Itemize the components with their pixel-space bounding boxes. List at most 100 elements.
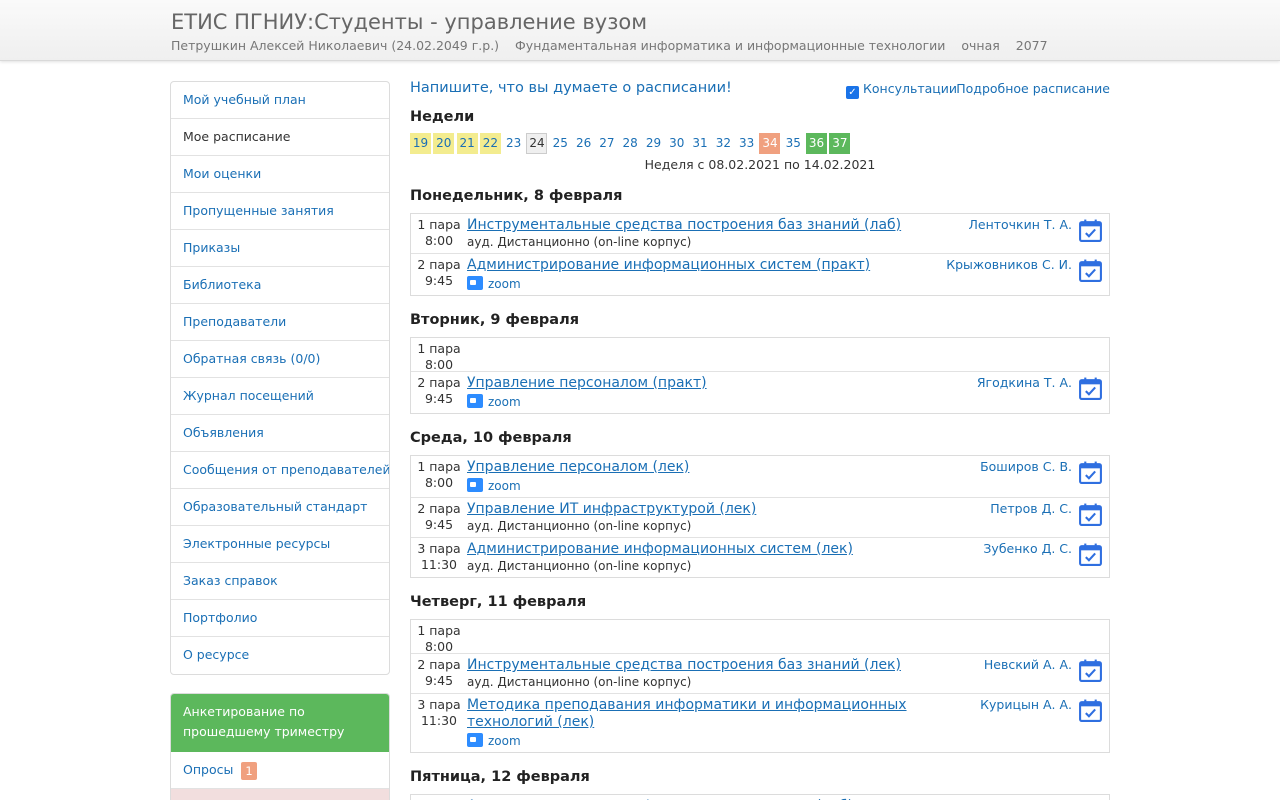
lesson-time: 8:00 (424, 233, 454, 248)
polls-link[interactable]: Опросы 1 (171, 752, 389, 789)
week-link[interactable]: 26 (573, 133, 594, 154)
zoom-label: zoom (488, 395, 521, 409)
student-program: Фундаментальная информатика и информацио… (515, 38, 946, 53)
sidebar-item[interactable]: Мое расписание (171, 119, 389, 156)
consultations-toggle[interactable]: ✓ Консультации (846, 81, 957, 99)
week-link[interactable]: 33 (736, 133, 757, 154)
day-block: Вторник, 9 февраля 1 пара 8:00 2 пара 9:45 Уп… (410, 312, 1110, 414)
subject-link[interactable]: Управление персоналом (лек) (467, 459, 689, 475)
week-current[interactable]: 24 (526, 133, 548, 154)
study-year: 2077 (1015, 38, 1048, 53)
sidebar-item[interactable]: Пропущенные занятия (171, 193, 389, 230)
week-link[interactable]: 23 (503, 133, 524, 154)
subject-link[interactable]: Администрирование информационных систем … (467, 257, 870, 273)
calendar-check-icon[interactable] (1078, 258, 1103, 283)
zoom-link[interactable]: zoom (467, 733, 1109, 749)
subject-link[interactable]: Управление ИТ инфраструктурой (лек) (467, 501, 756, 517)
sidebar-item[interactable]: Приказы (171, 230, 389, 267)
subject-link[interactable]: Администрирование информационных систем … (467, 541, 853, 557)
day-title: Вторник, 9 февраля (410, 312, 580, 328)
sidebar-item[interactable]: Портфолио (171, 600, 389, 637)
calendar-check-icon[interactable] (1078, 502, 1103, 527)
sidebar-item[interactable]: Преподаватели (171, 304, 389, 341)
calendar-check-icon[interactable] (1078, 698, 1103, 723)
sidebar-item[interactable]: Сообщения от преподавателей (171, 452, 389, 489)
sidebar-item[interactable]: Заказ справок (171, 563, 389, 600)
lesson-number: 3 пара (417, 697, 461, 712)
lesson-row: 1 пара 8:00 (411, 620, 1109, 654)
week-link[interactable]: 29 (643, 133, 664, 154)
lesson-number: 2 пара (417, 257, 461, 272)
subject-link[interactable]: Методика преподавания информатики и инфо… (467, 697, 907, 730)
lesson-time: 8:00 (424, 475, 454, 490)
teacher-link[interactable]: Курицын А. А. (980, 697, 1072, 712)
lesson-row: 3 пара 11:30 Методика преподавания информа… (411, 694, 1109, 752)
teacher-link[interactable]: Боширов С. В. (980, 459, 1072, 474)
lesson-time: 11:30 (420, 713, 458, 728)
week-link[interactable]: 22 (479, 133, 501, 154)
sidebar-item[interactable]: Библиотека (171, 267, 389, 304)
lesson-row: 1 пара 8:00 Управление персоналом (лек) zoo… (411, 456, 1109, 498)
detailed-schedule-link[interactable]: Подробное расписание (956, 81, 1110, 96)
day-table: 1 параАдминистрирование информационных с… (410, 794, 1110, 800)
week-range: Неделя с 08.02.2021 по 14.02.2021 (644, 157, 876, 172)
week-link[interactable]: 37 (829, 133, 851, 154)
lesson-number: 1 пара (417, 217, 461, 232)
day-table: 1 пара 8:00 Инструментальные средства пост… (410, 213, 1110, 296)
teacher-link[interactable]: Ягодкина Т. А. (977, 375, 1072, 390)
teacher-link[interactable]: Невский А. А. (984, 657, 1072, 672)
week-link[interactable]: 30 (666, 133, 687, 154)
sidebar-item[interactable]: Обратная связь (0/0) (171, 341, 389, 378)
teacher-link[interactable]: Крыжовников С. И. (946, 257, 1072, 272)
auditorium: ауд. Дистанционно (on-line корпус) (467, 519, 692, 533)
checkbox-checked-icon[interactable]: ✓ (846, 86, 859, 99)
weeks-heading: Недели (410, 109, 475, 125)
zoom-link[interactable]: zoom (467, 478, 1109, 494)
student-info: Петрушкин Алексей Николаевич (24.02.2049… (171, 38, 1060, 53)
calendar-check-icon[interactable] (1078, 376, 1103, 401)
calendar-check-icon[interactable] (1078, 218, 1103, 243)
calendar-check-icon[interactable] (1078, 460, 1103, 485)
lesson-time: 9:45 (424, 273, 454, 288)
week-link[interactable]: 34 (759, 133, 781, 154)
zoom-link[interactable]: zoom (467, 394, 1109, 410)
day-table: 1 пара 8:00 2 пара 9:45 Управление персонало… (410, 337, 1110, 414)
week-link[interactable]: 21 (456, 133, 478, 154)
calendar-check-icon[interactable] (1078, 658, 1103, 683)
week-link[interactable]: 20 (433, 133, 455, 154)
subject-link[interactable]: Управление персоналом (практ) (467, 375, 707, 391)
week-link[interactable]: 25 (550, 133, 571, 154)
lesson-number: 3 пара (417, 541, 461, 556)
lesson-number: 1 пара (417, 623, 461, 638)
teacher-link[interactable]: Зубенко Д. С. (983, 541, 1072, 556)
week-link[interactable]: 28 (620, 133, 641, 154)
sidebar-item[interactable]: Образовательный стандарт (171, 489, 389, 526)
week-link[interactable]: 36 (806, 133, 828, 154)
week-link[interactable]: 19 (410, 133, 431, 154)
week-link[interactable]: 32 (713, 133, 734, 154)
week-link[interactable]: 27 (596, 133, 617, 154)
teacher-link[interactable]: Ленточкин Т. А. (968, 217, 1072, 232)
week-link[interactable]: 35 (783, 133, 804, 154)
teacher-link[interactable]: Петров Д. С. (990, 501, 1072, 516)
sidebar-item[interactable]: Мои оценки (171, 156, 389, 193)
schedule-main: Напишите, что вы думаете о расписании! ✓… (410, 78, 1110, 800)
subject-link[interactable]: Инструментальные средства построения баз… (467, 657, 901, 673)
sidebar-item[interactable]: Журнал посещений (171, 378, 389, 415)
lesson-row: 2 пара 9:45 Администрирование информационн… (411, 254, 1109, 295)
lesson-row: 2 пара 9:45 Управление персоналом (практ) z… (411, 372, 1109, 413)
week-link[interactable]: 31 (690, 133, 711, 154)
subject-link[interactable]: Инструментальные средства построения баз… (467, 217, 901, 233)
sidebar-item[interactable]: Мой учебный план (171, 82, 389, 119)
sidebar-item[interactable]: Электронные ресурсы (171, 526, 389, 563)
lesson-row: 3 пара 11:30 Администрирование информацион… (411, 538, 1109, 577)
lesson-row: 1 параАдминистрирование информационных с… (411, 795, 1109, 800)
calendar-check-icon[interactable] (1078, 542, 1103, 567)
feedback-link[interactable]: Напишите, что вы думаете о расписании! (410, 80, 732, 96)
day-block: Пятница, 12 февраля 1 параАдминистрирован… (410, 769, 1110, 800)
sidebar-item[interactable]: Объявления (171, 415, 389, 452)
lesson-time: 9:45 (424, 391, 454, 406)
lesson-slot: 3 пара 11:30 (411, 697, 467, 729)
sidebar-item[interactable]: О ресурсе (171, 637, 389, 674)
zoom-link[interactable]: zoom (467, 276, 1109, 292)
